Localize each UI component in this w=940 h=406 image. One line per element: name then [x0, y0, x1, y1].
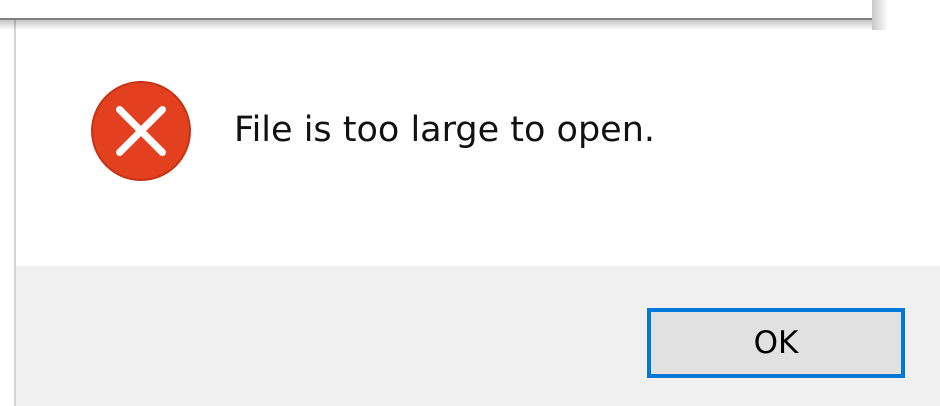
dialog-footer: OK	[16, 266, 940, 406]
dialog-message: File is too large to open.	[234, 110, 656, 150]
dialog-content: File is too large to open.	[16, 0, 940, 266]
error-icon	[91, 81, 191, 181]
background-window	[0, 0, 872, 20]
ok-button[interactable]: OK	[647, 308, 905, 378]
screen: File is too large to open. OK	[0, 0, 940, 406]
error-dialog: File is too large to open. OK	[14, 0, 940, 406]
background-window-shadow-right	[872, 0, 888, 30]
